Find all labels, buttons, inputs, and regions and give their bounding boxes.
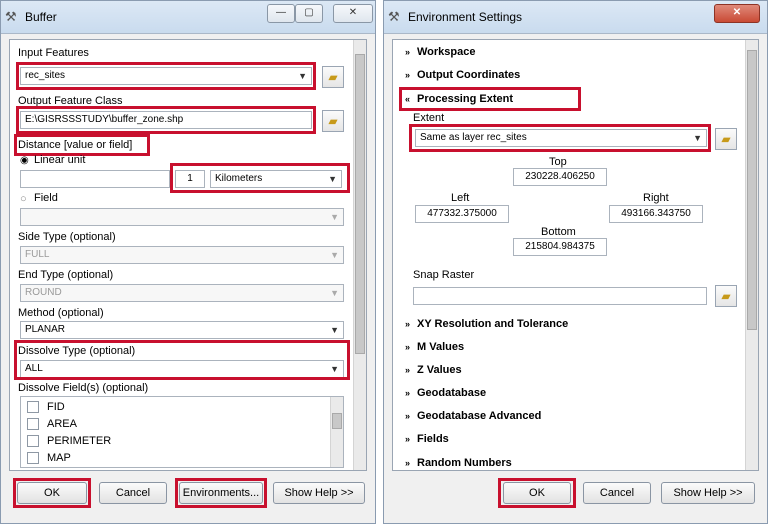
input-features-label: Input Features (18, 47, 89, 59)
cancel-button[interactable]: Cancel (583, 482, 651, 504)
chevron-down-icon: ▼ (330, 325, 339, 335)
browse-folder-icon[interactable]: ▰ (322, 110, 344, 132)
open-folder-icon[interactable]: ▰ (715, 128, 737, 150)
environment-settings-window: ⚒ Environment Settings ✕ » Workspace » Out… (383, 0, 768, 524)
extent-top-input[interactable]: 230228.406250 (513, 168, 607, 186)
extent-left-label: Left (451, 192, 470, 204)
list-scrollbar[interactable] (330, 397, 343, 467)
buffer-titlebar: ⚒ Buffer — ▢ ✕ (1, 1, 375, 34)
highlight-extent (409, 124, 711, 152)
section-output-coordinates[interactable]: » Output Coordinates (405, 69, 520, 81)
list-item[interactable]: PERIMETER (21, 435, 321, 449)
show-help-button[interactable]: Show Help >> (661, 482, 755, 504)
highlight-processing-extent (399, 87, 581, 111)
env-title: Environment Settings (408, 10, 523, 24)
field-dropdown[interactable]: ▼ (20, 208, 344, 226)
highlight-distance (14, 134, 150, 156)
extent-label: Extent (413, 112, 445, 124)
distance-spacer-field (20, 170, 170, 188)
snap-raster-label: Snap Raster (413, 269, 475, 281)
section-m-values[interactable]: » M Values (405, 341, 464, 353)
section-fields[interactable]: » Fields (405, 433, 449, 445)
radio-empty-icon[interactable]: ○ (20, 193, 27, 205)
expand-icon: » (405, 388, 411, 398)
method-label: Method (optional) (18, 307, 104, 319)
extent-left-input[interactable]: 477332.375000 (415, 205, 509, 223)
show-help-button[interactable]: Show Help >> (273, 482, 365, 504)
expand-icon: » (405, 70, 411, 80)
highlight-dissolve-type (14, 340, 350, 380)
side-type-label: Side Type (optional) (18, 231, 116, 243)
expand-icon: » (405, 365, 411, 375)
scroll-thumb[interactable] (355, 54, 365, 354)
buffer-title: Buffer (25, 10, 57, 24)
chevron-down-icon: ▼ (330, 288, 339, 298)
section-random-numbers[interactable]: » Random Numbers (405, 457, 512, 469)
radio-selected-icon[interactable]: ◉ (20, 155, 29, 166)
expand-icon: » (405, 342, 411, 352)
end-type-dropdown[interactable]: ROUND ▼ (20, 284, 344, 302)
extent-right-label: Right (643, 192, 669, 204)
scroll-thumb[interactable] (747, 50, 757, 330)
buffer-parameters-pane: Input Features rec_sites ▼ ▰ Output Featu… (9, 39, 367, 471)
pane-scrollbar[interactable] (353, 40, 366, 470)
cancel-button[interactable]: Cancel (99, 482, 167, 504)
snap-raster-input[interactable] (413, 287, 707, 305)
checkbox[interactable] (27, 418, 39, 430)
highlight-input-features (16, 62, 316, 90)
side-type-dropdown[interactable]: FULL ▼ (20, 246, 344, 264)
field-option-label: Field (34, 192, 58, 204)
linear-unit-label: Linear unit (34, 154, 86, 166)
chevron-down-icon: ▼ (330, 212, 339, 222)
list-item[interactable]: AREA (21, 418, 321, 432)
highlight-distance-unit (170, 163, 350, 193)
highlight-ok (13, 478, 91, 508)
dissolve-fields-label: Dissolve Field(s) (optional) (18, 382, 149, 394)
checkbox[interactable] (27, 401, 39, 413)
end-type-label: End Type (optional) (18, 269, 114, 281)
expand-icon: » (405, 434, 411, 444)
extent-right-input[interactable]: 493166.343750 (609, 205, 703, 223)
buffer-window: ⚒ Buffer — ▢ ✕ Input Features rec_sites ▼… (0, 0, 376, 524)
maximize-button[interactable]: ▢ (295, 4, 323, 23)
chevron-down-icon: ▼ (330, 250, 339, 260)
hammer-icon: ⚒ (5, 9, 17, 24)
section-geodatabase-advanced[interactable]: » Geodatabase Advanced (405, 410, 541, 422)
expand-icon: » (405, 411, 411, 421)
section-z-values[interactable]: » Z Values (405, 364, 462, 376)
section-workspace[interactable]: » Workspace (405, 46, 476, 58)
highlight-ok (498, 478, 576, 508)
open-folder-icon[interactable]: ▰ (322, 66, 344, 88)
checkbox[interactable] (27, 452, 39, 464)
env-titlebar: ⚒ Environment Settings ✕ (384, 1, 767, 34)
section-xy-resolution[interactable]: » XY Resolution and Tolerance (405, 318, 568, 330)
method-dropdown[interactable]: PLANAR ▼ (20, 321, 344, 339)
list-item[interactable]: FID (21, 401, 321, 415)
extent-bottom-label: Bottom (541, 226, 576, 238)
expand-icon: » (405, 47, 411, 57)
checkbox[interactable] (27, 435, 39, 447)
highlight-environments (175, 478, 267, 508)
dissolve-fields-list: FID AREA PERIMETER MAP (20, 396, 344, 468)
scroll-thumb[interactable] (332, 413, 342, 429)
expand-icon: » (405, 458, 411, 468)
minimize-button[interactable]: — (267, 4, 295, 23)
close-button[interactable]: ✕ (714, 4, 760, 23)
close-button[interactable]: ✕ (333, 4, 373, 23)
tools-icon: ⚒ (388, 9, 400, 24)
highlight-output-class (16, 106, 316, 134)
pane-scrollbar[interactable] (745, 40, 758, 470)
expand-icon: » (405, 319, 411, 329)
list-item[interactable]: MAP (21, 452, 321, 466)
extent-top-label: Top (549, 156, 567, 168)
extent-bottom-input[interactable]: 215804.984375 (513, 238, 607, 256)
section-geodatabase[interactable]: » Geodatabase (405, 387, 486, 399)
browse-folder-icon[interactable]: ▰ (715, 285, 737, 307)
env-settings-pane: » Workspace » Output Coordinates «Processi… (392, 39, 759, 471)
